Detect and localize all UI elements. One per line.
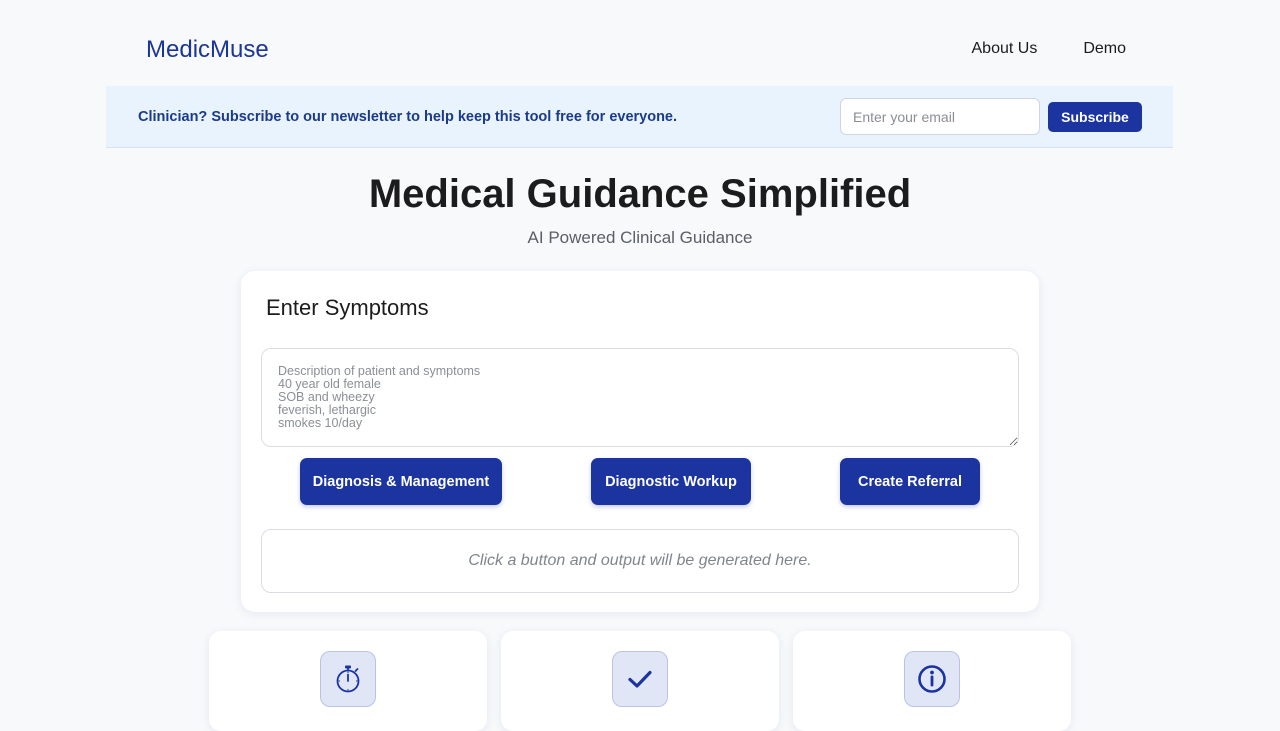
feature-card-speed bbox=[209, 631, 487, 731]
symptoms-textarea[interactable] bbox=[261, 348, 1019, 447]
brand-logo[interactable]: MedicMuse bbox=[146, 36, 269, 64]
page-title: Medical Guidance Simplified bbox=[368, 172, 912, 216]
symptoms-card-title: Enter Symptoms bbox=[266, 295, 429, 320]
stopwatch-icon bbox=[320, 651, 376, 707]
diagnosis-management-button[interactable]: Diagnosis & Management bbox=[300, 458, 502, 505]
output-area: Click a button and output will be genera… bbox=[261, 529, 1019, 593]
newsletter-email-input[interactable] bbox=[840, 98, 1040, 135]
subscribe-button[interactable]: Subscribe bbox=[1048, 102, 1142, 132]
top-nav: MedicMuse About Us Demo bbox=[106, 0, 1173, 86]
nav-about-us-link[interactable]: About Us bbox=[972, 40, 1038, 58]
info-icon bbox=[904, 651, 960, 707]
create-referral-button[interactable]: Create Referral bbox=[840, 458, 980, 505]
symptoms-card: Enter Symptoms Diagnosis & Management Di… bbox=[241, 271, 1039, 612]
nav-demo-link[interactable]: Demo bbox=[1083, 40, 1126, 58]
nav-links: About Us Demo bbox=[972, 40, 1127, 58]
feature-card-accuracy bbox=[501, 631, 779, 731]
newsletter-banner: Clinician? Subscribe to our newsletter t… bbox=[106, 86, 1173, 148]
feature-card-info bbox=[793, 631, 1071, 731]
diagnostic-workup-button[interactable]: Diagnostic Workup bbox=[591, 458, 751, 505]
newsletter-text: Clinician? Subscribe to our newsletter t… bbox=[138, 109, 678, 125]
checkmark-icon bbox=[612, 651, 668, 707]
output-placeholder: Click a button and output will be genera… bbox=[468, 552, 812, 569]
page-subtitle: AI Powered Clinical Guidance bbox=[527, 228, 753, 247]
